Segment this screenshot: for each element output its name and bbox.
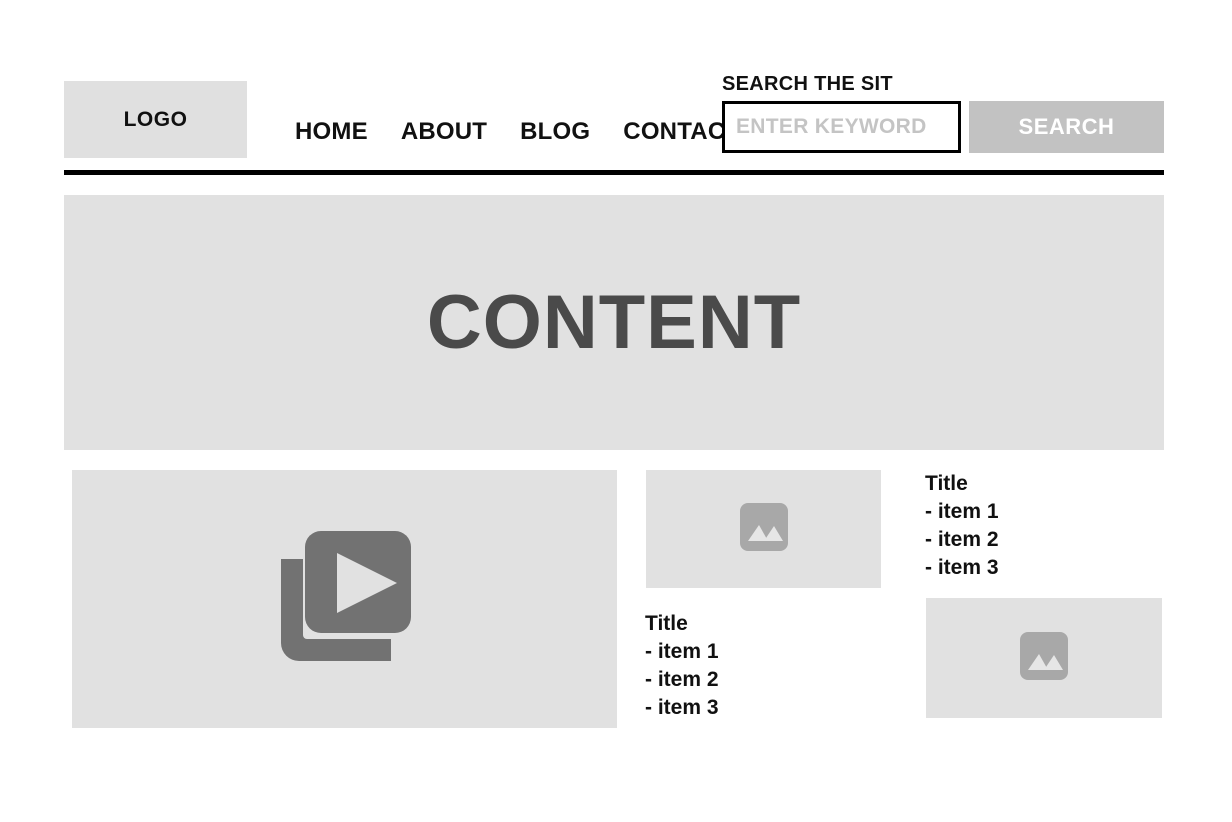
- list-middle: Title - item 1 - item 2 - item 3: [645, 610, 719, 722]
- list-title: Title: [645, 612, 688, 635]
- search-button[interactable]: SEARCH: [969, 101, 1164, 153]
- logo[interactable]: LOGO: [64, 81, 247, 158]
- site-header: LOGO HOME ABOUT BLOG CONTACT SEARCH THE …: [64, 74, 1164, 174]
- image-panel-bottom[interactable]: [926, 598, 1162, 718]
- search-area: SEARCH THE SIT SEARCH: [722, 74, 1164, 153]
- content-banner: CONTENT: [64, 195, 1164, 450]
- search-row: SEARCH: [722, 101, 1164, 153]
- list-item: - item 3: [645, 696, 719, 719]
- video-panel[interactable]: [72, 470, 617, 728]
- list-item: - item 3: [925, 556, 999, 579]
- list-item: - item 2: [645, 668, 719, 691]
- image-placeholder-icon: [1018, 630, 1070, 687]
- nav-item-about[interactable]: ABOUT: [401, 118, 487, 146]
- list-item: - item 2: [925, 528, 999, 551]
- list-item: - item 1: [925, 500, 999, 523]
- image-placeholder-icon: [738, 501, 790, 558]
- list-item: - item 1: [645, 640, 719, 663]
- image-panel-top[interactable]: [646, 470, 881, 588]
- nav-item-home[interactable]: HOME: [295, 118, 368, 146]
- nav-item-blog[interactable]: BLOG: [520, 118, 590, 146]
- search-input[interactable]: [722, 101, 961, 153]
- list-title: Title: [925, 472, 968, 495]
- main-navigation: HOME ABOUT BLOG CONTACT: [295, 118, 740, 146]
- header-divider: [64, 170, 1164, 175]
- content-banner-title: CONTENT: [426, 280, 802, 365]
- video-play-library-icon: [275, 527, 415, 672]
- search-label: SEARCH THE SIT: [722, 73, 893, 95]
- list-right: Title - item 1 - item 2 - item 3: [925, 470, 999, 582]
- logo-label: LOGO: [123, 107, 188, 131]
